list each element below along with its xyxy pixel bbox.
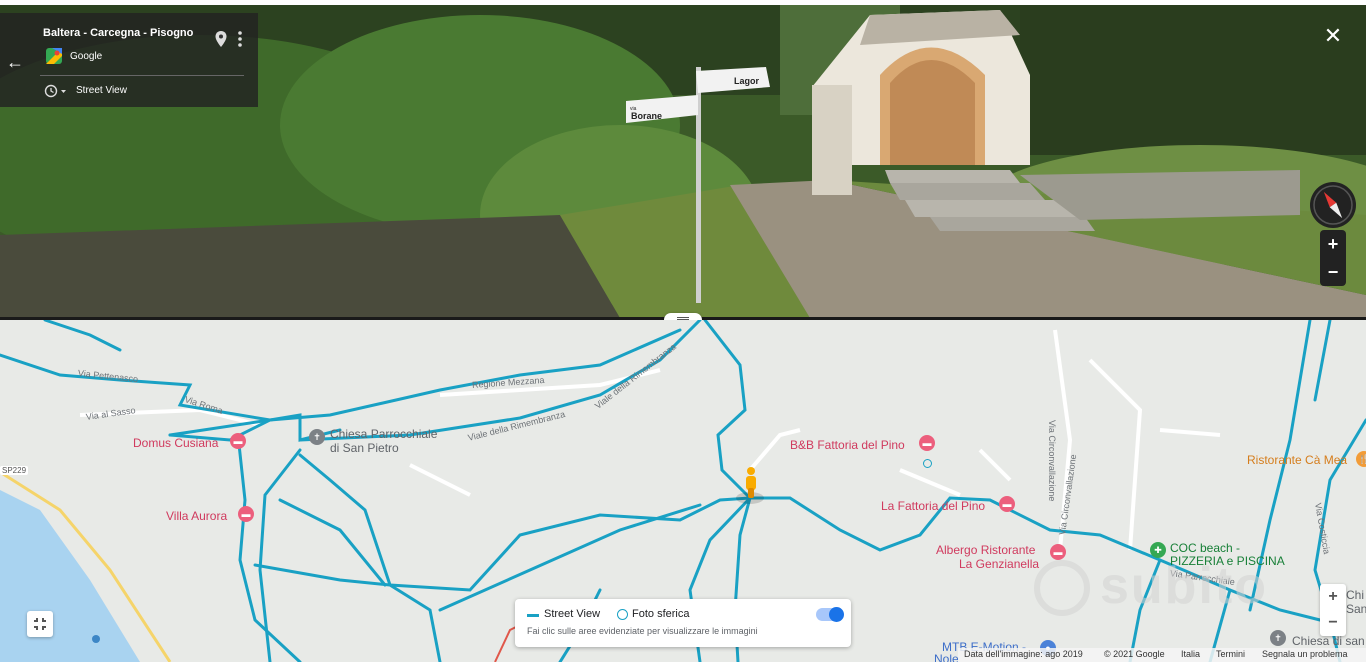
coverage-legend-card: Street View Foto sferica Fai clic sulle … <box>515 599 851 647</box>
terms-link[interactable]: Termini <box>1216 649 1245 659</box>
street-view-line-icon <box>527 614 539 617</box>
legend-street-view-label: Street View <box>544 608 601 620</box>
place-chiesa-di-san[interactable]: Chiesa di san <box>1292 634 1365 648</box>
copyright-text: © 2021 Google <box>1104 649 1165 659</box>
photo-sphere-ring-icon <box>617 609 628 620</box>
watermark-logo-icon <box>1034 560 1090 616</box>
more-options-icon[interactable] <box>236 30 244 48</box>
google-maps-street-view-app: Lagor via Borane ← Baltera - Carcegna - … <box>0 0 1366 662</box>
map-footer: Data dell'immagine: ago 2019 © 2021 Goog… <box>958 648 1366 662</box>
collapse-map-button[interactable] <box>27 611 53 637</box>
place-san-partial[interactable]: San <box>1346 602 1366 616</box>
street-view-zoom-controls: + − <box>1320 230 1346 286</box>
road-label-via-circonvallazione: Via Circonvallazione <box>1047 420 1057 502</box>
location-info-card: ← Baltera - Carcegna - Pisogno Google St… <box>0 13 258 107</box>
place-coc-beach[interactable]: COC beach - <box>1170 541 1240 555</box>
sv-zoom-out-button[interactable]: − <box>1320 258 1346 286</box>
close-street-view-icon[interactable]: ✕ <box>1322 25 1344 47</box>
road-label-sp229: SP229 <box>0 466 29 475</box>
hotel-bed-icon[interactable]: ▬ <box>238 506 254 522</box>
place-chiesa-parrocchiale[interactable]: Chiesa Parrocchiale <box>330 427 437 441</box>
collapse-arrows-icon <box>34 618 46 630</box>
hotel-bed-icon[interactable]: ▬ <box>919 435 935 451</box>
provider-label: Google <box>70 51 103 62</box>
place-villa-aurora[interactable]: Villa Aurora <box>166 509 227 523</box>
photo-sphere-marker-icon[interactable] <box>923 459 932 468</box>
pegman-icon[interactable] <box>743 466 759 500</box>
place-chi-partial[interactable]: Chi <box>1346 588 1364 602</box>
map-view[interactable]: Via Pettenasco Via Roma Via al Sasso Reg… <box>0 320 1366 662</box>
hotel-bed-icon[interactable]: ▬ <box>999 496 1015 512</box>
church-icon[interactable]: ✝ <box>1270 630 1286 646</box>
hotel-bed-icon[interactable]: ▬ <box>1050 544 1066 560</box>
map-zoom-controls: + − <box>1320 584 1346 636</box>
toggle-knob <box>829 607 844 622</box>
back-arrow-icon[interactable]: ← <box>6 53 24 71</box>
country-link[interactable]: Italia <box>1181 649 1200 659</box>
street-view-mode-label: Street View <box>76 85 127 96</box>
place-la-fattoria-del-pino[interactable]: La Fattoria del Pino <box>881 499 985 513</box>
report-problem-link[interactable]: Segnala un problema <box>1262 649 1348 659</box>
watermark-text: subito <box>1100 557 1268 615</box>
sign-left-text: Borane <box>631 111 662 121</box>
map-zoom-out-button[interactable]: − <box>1320 610 1346 636</box>
place-domus-cusiana[interactable]: Domus Cusiana <box>133 436 218 450</box>
church-icon[interactable]: ✝ <box>309 429 325 445</box>
place-bb-fattoria-del-pino[interactable]: B&B Fattoria del Pino <box>790 438 905 452</box>
street-view-panorama[interactable]: Lagor via Borane ← Baltera - Carcegna - … <box>0 5 1366 318</box>
place-chiesa-san-pietro[interactable]: di San Pietro <box>330 441 399 455</box>
image-date-text: Data dell'immagine: ago 2019 <box>964 649 1083 659</box>
lake-area <box>0 490 140 662</box>
sign-right-text: Lagor <box>734 76 759 86</box>
map-pin-icon[interactable] <box>214 30 228 48</box>
place-mtb-nole[interactable]: Nole <box>934 652 959 662</box>
place-la-genzianella[interactable]: La Genzianella <box>959 557 1039 571</box>
compass-icon[interactable] <box>1310 182 1356 228</box>
history-clock-icon[interactable] <box>44 83 68 99</box>
lake-poi-dot-icon[interactable] <box>92 635 100 643</box>
card-divider <box>40 75 244 76</box>
map-zoom-in-button[interactable]: + <box>1320 584 1346 610</box>
restaurant-icon[interactable]: 🍴 <box>1356 451 1366 467</box>
location-title: Baltera - Carcegna - Pisogno <box>43 27 194 39</box>
coverage-layer-toggle[interactable] <box>816 607 844 622</box>
sv-zoom-in-button[interactable]: + <box>1320 230 1346 258</box>
legend-hint-text: Fai clic sulle aree evidenziate per visu… <box>527 626 758 636</box>
hotel-bed-icon[interactable]: ▬ <box>230 433 246 449</box>
place-ristorante-ca-mea[interactable]: Ristorante Cà Mea <box>1247 453 1347 467</box>
google-maps-logo-icon <box>46 48 62 64</box>
place-albergo-ristorante[interactable]: Albergo Ristorante <box>936 543 1035 557</box>
legend-photo-sphere-label: Foto sferica <box>632 608 690 620</box>
